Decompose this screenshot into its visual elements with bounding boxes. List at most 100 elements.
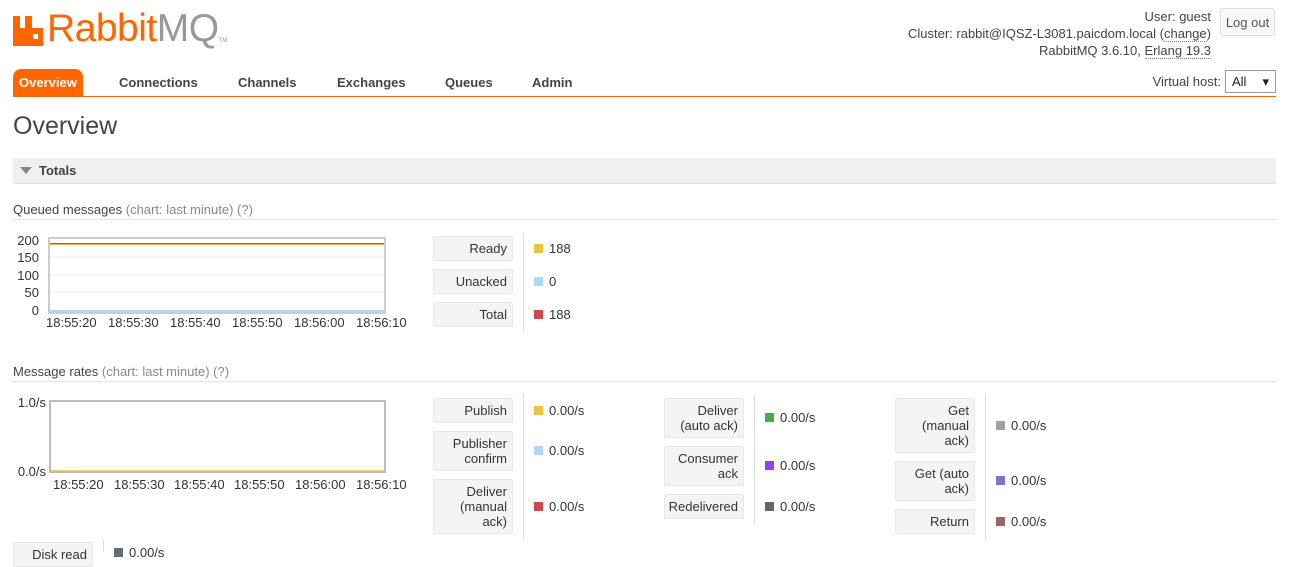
deliver-auto-ack-swatch xyxy=(765,413,774,422)
legend-publish-label: Publish xyxy=(433,398,513,423)
user-label: User: xyxy=(1144,9,1176,24)
rabbitmq-logo-icon xyxy=(13,12,45,48)
virtual-host-value: All xyxy=(1232,74,1247,89)
x-tick-label: 18:55:30 xyxy=(108,315,159,330)
legend-deliver-manual-ack-label: Deliver (manual ack) xyxy=(433,479,513,534)
publish-swatch xyxy=(534,406,543,415)
tab-queues[interactable]: Queues xyxy=(445,69,493,96)
y-tick-label: 100 xyxy=(17,268,39,283)
virtual-host-selector: Virtual host: All ▾ xyxy=(1153,70,1276,93)
collapse-triangle-icon xyxy=(20,167,32,174)
deliver-manual-ack-swatch xyxy=(534,502,543,511)
x-tick-label: 18:55:40 xyxy=(174,477,225,492)
x-tick-label: 18:55:50 xyxy=(232,315,283,330)
x-tick-label: 18:56:10 xyxy=(356,315,407,330)
legend-deliver-manual-ack-value: 0.00/s xyxy=(534,499,584,514)
y-tick-label: 50 xyxy=(25,285,39,300)
change-cluster-link[interactable]: change xyxy=(1164,26,1207,42)
legend-total-value: 188 xyxy=(534,307,571,322)
divider xyxy=(13,381,1276,382)
redelivered-swatch xyxy=(765,502,774,511)
x-tick-label: 18:56:00 xyxy=(295,477,346,492)
legend-ready-label: Ready xyxy=(433,236,513,261)
legend-unacked-value: 0 xyxy=(534,274,556,289)
legend-publisher-confirm-label: Publisher confirm xyxy=(433,431,513,471)
virtual-host-select[interactable]: All ▾ xyxy=(1225,70,1276,93)
rates-chart-svg: 1.0/s 0.0/s 18:55:20 18:55:30 18:55:40 1… xyxy=(18,395,407,492)
queued-messages-title: Queued messages (chart: last minute) (?) xyxy=(13,202,253,217)
user-line: User: guest xyxy=(908,8,1212,25)
queued-chart-note[interactable]: (chart: last minute) (?) xyxy=(126,202,253,217)
tab-admin[interactable]: Admin xyxy=(532,69,572,96)
ready-swatch xyxy=(534,244,543,253)
dropdown-arrow-icon: ▾ xyxy=(1262,73,1269,89)
x-tick-label: 18:55:50 xyxy=(234,477,285,492)
legend-consumer-ack-label: Consumer ack xyxy=(664,446,744,486)
return-swatch xyxy=(996,517,1005,526)
logo-text: RabbitMQ xyxy=(47,7,219,50)
x-tick-label: 18:55:20 xyxy=(53,477,104,492)
legend-disk-read-label: Disk read xyxy=(13,542,93,567)
y-tick-label: 200 xyxy=(17,233,39,248)
get-manual-ack-swatch xyxy=(996,421,1005,430)
legend-unacked-label: Unacked xyxy=(433,269,513,294)
tab-overview[interactable]: Overview xyxy=(13,69,83,96)
x-tick-label: 18:55:20 xyxy=(46,315,97,330)
queued-messages-chart: 200 150 100 50 0 18:55:20 18:55:30 18:55… xyxy=(13,233,413,331)
legend-divider xyxy=(523,233,524,331)
logo-trademark: TM xyxy=(218,38,228,44)
legend-divider xyxy=(754,394,755,524)
message-rates-chart: 1.0/s 0.0/s 18:55:20 18:55:30 18:55:40 1… xyxy=(13,394,413,494)
get-auto-ack-swatch xyxy=(996,476,1005,485)
consumer-ack-swatch xyxy=(765,461,774,470)
user-name: guest xyxy=(1179,9,1211,24)
totals-section-toggle[interactable]: Totals xyxy=(13,158,1276,184)
totals-section-title: Totals xyxy=(39,163,77,178)
legend-return-label: Return xyxy=(895,509,975,534)
virtual-host-label: Virtual host: xyxy=(1152,74,1221,89)
y-tick-label: 150 xyxy=(17,250,39,265)
legend-publish-value: 0.00/s xyxy=(534,403,584,418)
tab-channels[interactable]: Channels xyxy=(238,69,297,96)
legend-consumer-ack-value: 0.00/s xyxy=(765,458,815,473)
rates-chart-note[interactable]: (chart: last minute) (?) xyxy=(102,364,229,379)
publisher-confirm-swatch xyxy=(534,446,543,455)
x-tick-label: 18:56:10 xyxy=(356,477,407,492)
divider xyxy=(13,219,1276,220)
message-rates-title: Message rates (chart: last minute) (?) xyxy=(13,364,230,379)
user-info: User: guest Cluster: rabbit@IQSZ-L3081.p… xyxy=(908,8,1211,59)
cluster-line: Cluster: rabbit@IQSZ-L3081.paicdom.local… xyxy=(907,26,1211,42)
x-tick-label: 18:55:30 xyxy=(114,477,165,492)
legend-return-value: 0.00/s xyxy=(996,514,1046,529)
y-tick-label: 1.0/s xyxy=(18,395,47,410)
version-line: RabbitMQ 3.6.10, Erlang 19.3 xyxy=(908,42,1211,59)
legend-get-auto-ack-value: 0.00/s xyxy=(996,473,1046,488)
legend-divider xyxy=(523,394,524,539)
tab-connections[interactable]: Connections xyxy=(119,69,198,96)
legend-get-manual-ack-label: Get (manual ack) xyxy=(895,398,975,453)
legend-total-label: Total xyxy=(433,302,513,327)
logout-button[interactable]: Log out xyxy=(1220,8,1275,36)
legend-deliver-auto-ack-value: 0.00/s xyxy=(765,410,815,425)
legend-ready-value: 188 xyxy=(534,241,571,256)
legend-disk-read-value: 0.00/s xyxy=(114,545,164,560)
tab-exchanges[interactable]: Exchanges xyxy=(337,69,406,96)
legend-get-manual-ack-value: 0.00/s xyxy=(996,418,1046,433)
y-tick-label: 0.0/s xyxy=(18,464,47,479)
main-nav: Overview Connections Channels Exchanges … xyxy=(13,69,1276,97)
legend-divider xyxy=(103,540,104,552)
cluster-label: Cluster: xyxy=(907,26,953,41)
disk-read-swatch xyxy=(114,548,123,557)
erlang-version-link[interactable]: Erlang 19.3 xyxy=(1144,43,1211,59)
rabbitmq-version: RabbitMQ 3.6.10, xyxy=(1038,43,1141,58)
page-title: Overview xyxy=(13,112,118,140)
x-tick-label: 18:56:00 xyxy=(294,315,345,330)
unacked-swatch xyxy=(534,277,543,286)
rabbitmq-logo[interactable]: RabbitMQ TM xyxy=(13,8,227,48)
y-tick-label: 0 xyxy=(32,303,39,318)
x-tick-label: 18:55:40 xyxy=(170,315,221,330)
total-swatch xyxy=(534,310,543,319)
legend-divider xyxy=(985,394,986,539)
legend-redelivered-label: Redelivered xyxy=(664,494,744,519)
legend-deliver-auto-ack-label: Deliver (auto ack) xyxy=(664,398,744,438)
